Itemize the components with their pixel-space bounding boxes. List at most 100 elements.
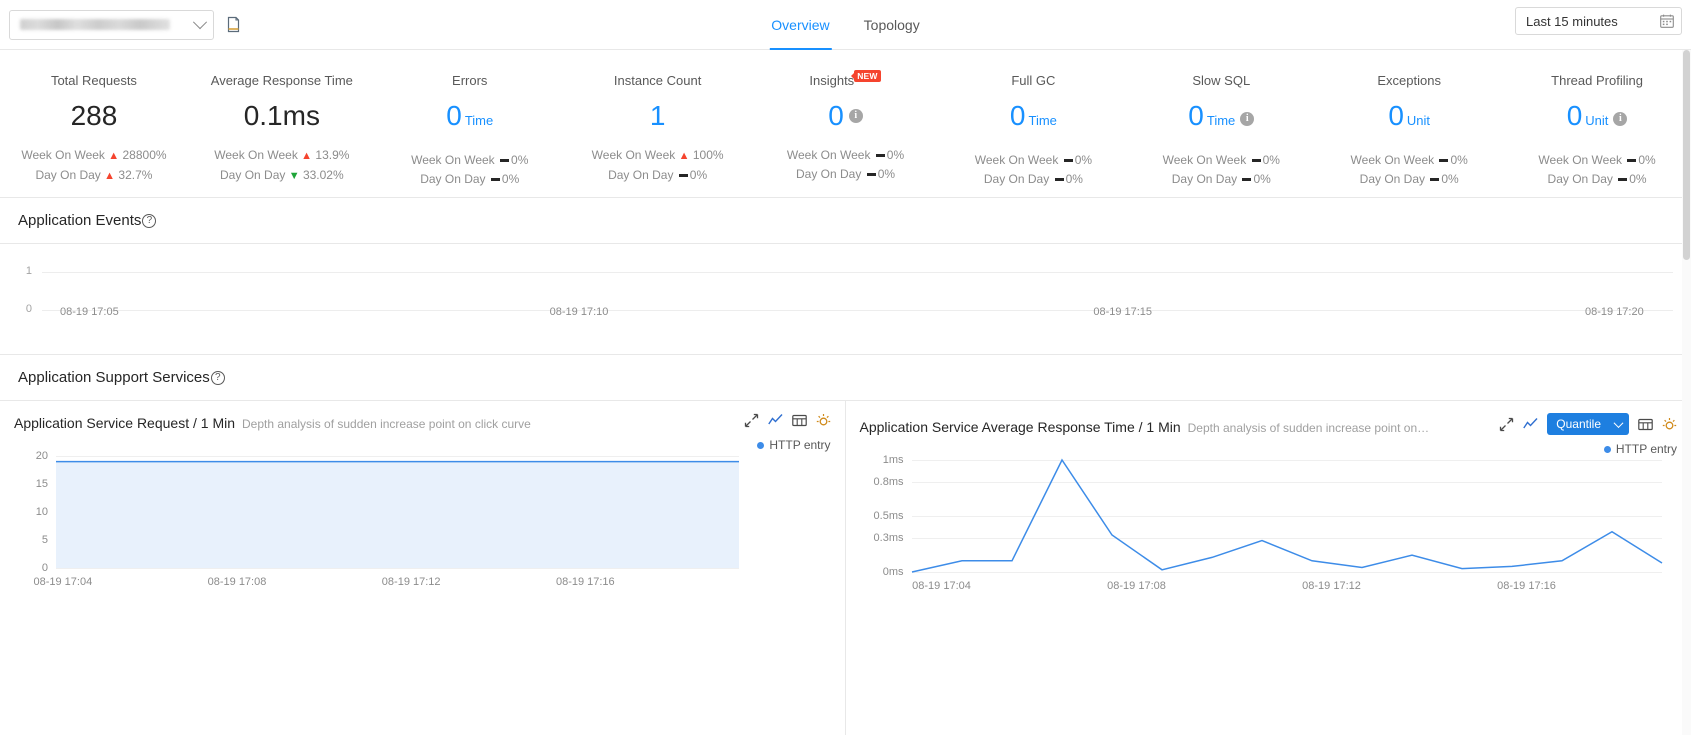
alert-icon[interactable] bbox=[1662, 417, 1677, 432]
line-chart-icon[interactable] bbox=[767, 413, 783, 428]
kpi-title-label: Errors bbox=[452, 73, 488, 88]
service-response-time-card-header: Application Service Average Response Tim… bbox=[860, 413, 1678, 435]
kpi-dod-value: 33.02% bbox=[302, 168, 344, 182]
table-icon[interactable] bbox=[791, 413, 807, 428]
apm-overview-page: Overview Topology Last 15 minutes Total … bbox=[0, 0, 1691, 735]
kpi-wow-label: Week On Week bbox=[1538, 153, 1623, 167]
service-request-card: Application Service Request / 1 Min Dept… bbox=[0, 401, 846, 735]
tab-overview-label: Overview bbox=[771, 17, 830, 33]
trend-up-icon: ▲ bbox=[108, 150, 120, 162]
kpi-title-label: Insights bbox=[809, 73, 855, 88]
kpi-dod-label: Day On Day bbox=[1547, 172, 1613, 186]
service-request-card-header: Application Service Request / 1 Min Dept… bbox=[14, 413, 831, 431]
chart-area-fill bbox=[56, 461, 739, 568]
kpi-card-errors: Errors 0 Time Week On Week 0% Day On Day 0% bbox=[376, 72, 564, 189]
service-response-time-plot[interactable]: 0ms 0.3ms 0.5ms 0.8ms 1ms 08-19 17:04 08-19 17… bbox=[860, 454, 1678, 610]
kpi-value-number: 0 bbox=[828, 100, 844, 131]
application-events-title-group: Application Events ? bbox=[18, 212, 157, 229]
expand-icon[interactable] bbox=[744, 413, 759, 428]
kpi-card-total-requests: Total Requests 288 Week On Week ▲ 28800% Da… bbox=[0, 72, 188, 186]
x-axis-tick: 08-19 17:04 bbox=[912, 580, 971, 592]
expand-icon[interactable] bbox=[1499, 417, 1514, 432]
tab-overview[interactable]: Overview bbox=[769, 0, 833, 50]
kpi-value-number: 0 bbox=[1388, 100, 1404, 131]
page-scrollbar[interactable] bbox=[1682, 50, 1691, 735]
time-range-picker[interactable]: Last 15 minutes bbox=[1515, 7, 1682, 35]
kpi-value-total-requests: 288 bbox=[0, 100, 188, 132]
service-response-time-toolbar: Quantile bbox=[1499, 413, 1677, 435]
chart-series-svg bbox=[56, 460, 739, 568]
info-icon[interactable]: i bbox=[848, 109, 863, 123]
kpi-title-label: Average Response Time bbox=[210, 73, 353, 88]
new-badge: NEW bbox=[851, 70, 881, 82]
application-selector[interactable] bbox=[9, 9, 214, 40]
kpi-title-label: Full GC bbox=[1011, 73, 1056, 88]
kpi-value-number: 0 bbox=[446, 100, 462, 131]
trend-flat-icon bbox=[1618, 178, 1628, 182]
kpi-dod-value: 0% bbox=[689, 168, 708, 182]
kpi-dod-label: Day On Day bbox=[1359, 172, 1426, 186]
kpi-dod-label: Day On Day bbox=[795, 167, 862, 181]
service-request-legend: HTTP entry bbox=[14, 438, 831, 452]
kpi-day-on-day-full-gc: Day On Day 0% bbox=[939, 170, 1127, 189]
kpi-dod-label: Day On Day bbox=[220, 168, 286, 182]
kpi-wow-label: Week On Week bbox=[1162, 153, 1247, 167]
kpi-value-unit: Time bbox=[1206, 113, 1236, 128]
chevron-down-icon bbox=[192, 14, 208, 29]
application-events-chart[interactable]: 0 1 08-19 17:05 08-19 17:10 08-19 17:15 08-19… bbox=[0, 244, 1691, 354]
trend-flat-icon bbox=[1063, 159, 1073, 163]
kpi-week-on-week-insights: Week On Week 0% bbox=[752, 146, 940, 165]
trend-flat-icon bbox=[1430, 178, 1440, 182]
kpi-dod-value: 0% bbox=[1065, 172, 1083, 186]
question-circle-icon[interactable]: ? bbox=[142, 213, 157, 228]
quantile-dropdown-label: Quantile bbox=[1556, 417, 1601, 431]
tab-topology[interactable]: Topology bbox=[862, 0, 922, 50]
events-y-tick: 1 bbox=[25, 265, 32, 277]
kpi-wow-label: Week On Week bbox=[1350, 153, 1435, 167]
events-gridline bbox=[42, 272, 1673, 273]
quantile-dropdown[interactable]: Quantile bbox=[1547, 413, 1629, 435]
kpi-value-full-gc: 0 Time bbox=[939, 100, 1127, 137]
kpi-week-on-week-full-gc: Week On Week 0% bbox=[939, 151, 1127, 170]
x-axis-tick: 08-19 17:12 bbox=[381, 576, 441, 588]
kpi-card-instance-count: Instance Count 1 Week On Week ▲ 100% Day On… bbox=[564, 72, 752, 185]
x-axis-tick: 08-19 17:16 bbox=[555, 576, 615, 588]
kpi-value-number: 1 bbox=[649, 100, 666, 131]
kpi-value-thread-profiling: 0 Unit i bbox=[1503, 100, 1691, 137]
kpi-title-instance-count: Instance Count bbox=[614, 73, 701, 88]
kpi-wow-value: 100% bbox=[692, 148, 724, 162]
kpi-week-on-week-thread-profiling: Week On Week 0% bbox=[1503, 151, 1691, 170]
kpi-dod-value: 0% bbox=[1629, 172, 1647, 186]
trend-flat-icon bbox=[1627, 159, 1637, 163]
info-icon[interactable]: i bbox=[1613, 111, 1628, 126]
kpi-week-on-week-average-response-time: Week On Week ▲ 13.9% bbox=[188, 146, 376, 166]
service-request-plot[interactable]: 0 5 10 15 20 08-19 17:04 08-19 17:08 08-19 17:1… bbox=[14, 450, 831, 606]
kpi-value-number: 0 bbox=[1009, 100, 1026, 131]
alert-icon[interactable] bbox=[816, 413, 831, 428]
kpi-title-label: Instance Count bbox=[613, 73, 702, 88]
application-support-services-header: Application Support Services ? bbox=[0, 355, 1691, 401]
kpi-day-on-day-errors: Day On Day 0% bbox=[376, 170, 564, 189]
kpi-value-unit: Time bbox=[464, 113, 494, 128]
service-response-time-card: Application Service Average Response Tim… bbox=[846, 401, 1691, 735]
line-chart-icon[interactable] bbox=[1523, 417, 1538, 432]
kpi-wow-label: Week On Week bbox=[786, 148, 871, 162]
kpi-wow-value: 0% bbox=[511, 153, 529, 167]
events-y-tick: 0 bbox=[25, 303, 32, 315]
page-scrollbar-thumb[interactable] bbox=[1683, 50, 1690, 260]
kpi-title-label: Exceptions bbox=[1377, 73, 1441, 88]
kpi-value-unit: Unit bbox=[1406, 113, 1431, 128]
service-response-time-legend-label: HTTP entry bbox=[1615, 442, 1677, 456]
copy-icon[interactable] bbox=[226, 16, 241, 33]
kpi-title-exceptions: Exceptions bbox=[1377, 73, 1441, 88]
kpi-day-on-day-total-requests: Day On Day ▲ 32.7% bbox=[0, 166, 188, 186]
kpi-value-errors: 0 Time bbox=[376, 100, 564, 137]
kpi-value-number: 0.1ms bbox=[243, 100, 320, 131]
trend-up-icon: ▲ bbox=[678, 150, 690, 162]
service-response-time-legend: HTTP entry bbox=[860, 442, 1677, 456]
info-icon[interactable]: i bbox=[1240, 111, 1255, 126]
question-circle-icon[interactable]: ? bbox=[210, 370, 225, 385]
trend-flat-icon bbox=[1439, 159, 1449, 163]
table-icon[interactable] bbox=[1638, 417, 1653, 432]
kpi-wow-value: 28800% bbox=[122, 148, 167, 162]
